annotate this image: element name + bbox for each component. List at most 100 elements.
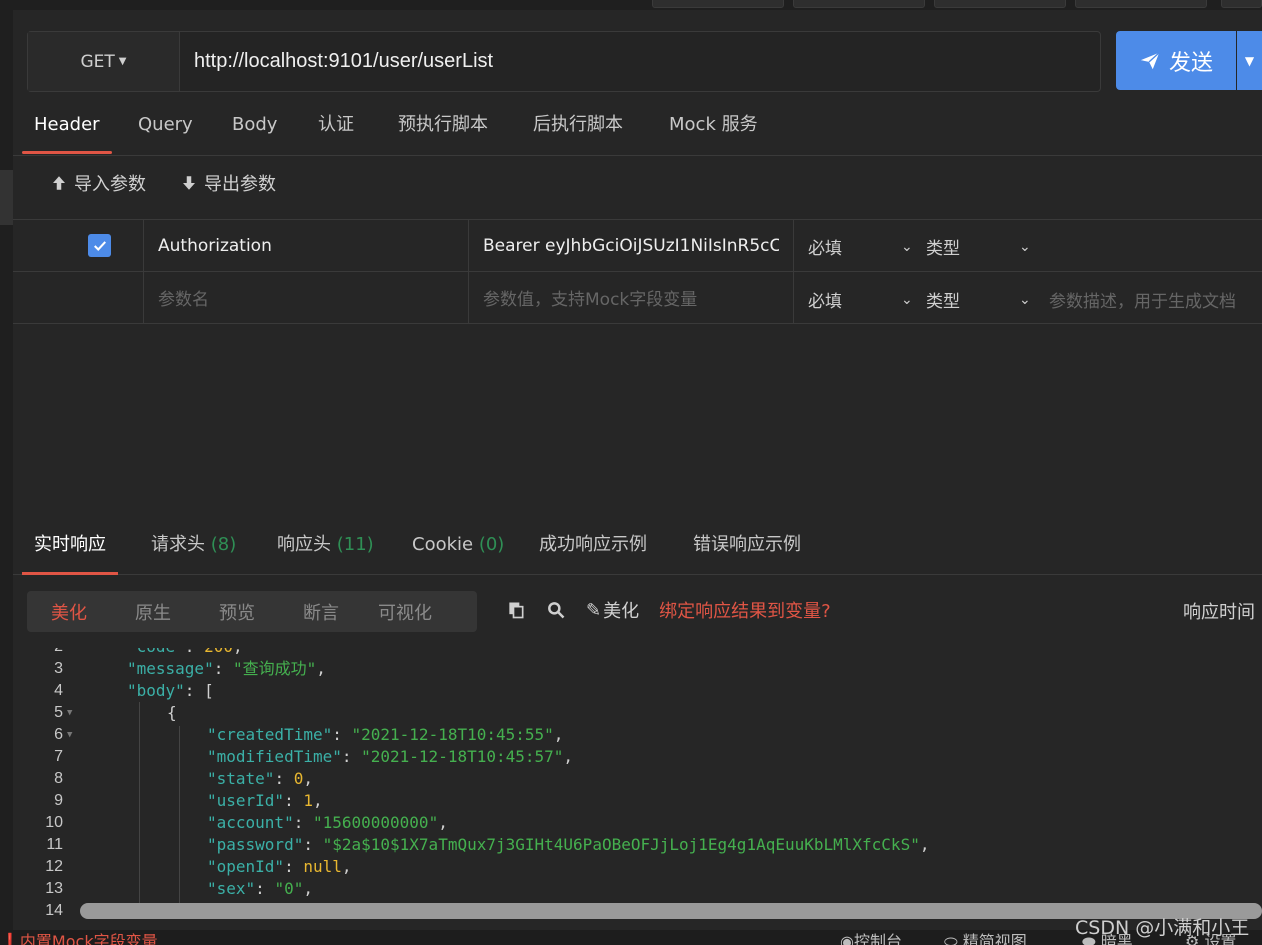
type-select[interactable]: 类型 <box>926 221 960 272</box>
fold-toggle-icon[interactable]: ▼ <box>67 724 72 746</box>
view-mode-switch: 美化 原生 预览 断言 可视化 <box>27 591 477 632</box>
fold-toggle-icon[interactable]: ▼ <box>67 702 72 724</box>
tab-label: Body <box>232 114 278 135</box>
line-number: 13 <box>45 880 63 897</box>
enable-checkbox[interactable] <box>88 220 111 271</box>
active-tab-indicator <box>22 151 112 154</box>
tab-label: 请求头 <box>151 534 205 555</box>
copy-icon[interactable] <box>506 600 526 620</box>
tab-request-headers[interactable]: 请求头 (8) <box>151 517 236 575</box>
tab-label: 响应头 <box>277 534 331 555</box>
tab-label: Cookie <box>412 534 474 555</box>
tab-post-script[interactable]: 后执行脚本 <box>533 104 623 154</box>
console-button[interactable]: ◉控制台 <box>840 934 902 945</box>
rail-handle[interactable] <box>0 170 13 225</box>
code-text: "state": 0, <box>207 769 313 788</box>
send-label: 发送 <box>1168 50 1213 76</box>
table-row: Authorization Bearer eyJhbGciOiJSUzI1NiI… <box>13 220 1262 272</box>
line-number: 7 <box>54 748 63 765</box>
count-badge: (11) <box>336 534 374 555</box>
search-icon[interactable] <box>546 600 566 620</box>
code-text: "password": "$2a$10$1X7aTmQux7j3GIHt4U6P… <box>207 835 930 854</box>
param-value-input[interactable]: 参数值，支持Mock字段变量 <box>483 272 697 323</box>
top-button[interactable] <box>1221 0 1262 8</box>
param-name-input[interactable]: 参数名 <box>158 272 209 323</box>
tab-pre-script[interactable]: 预执行脚本 <box>398 104 488 154</box>
top-strip <box>0 0 1262 10</box>
magic-wand-icon: ✎ <box>586 599 602 621</box>
view-beautify[interactable]: 美化 <box>27 599 111 625</box>
code-text: "modifiedTime": "2021-12-18T10:45:57", <box>207 747 574 766</box>
view-raw[interactable]: 原生 <box>111 599 195 625</box>
param-value-cell[interactable]: Bearer eyJhbGciOiJSUzI1NiIsInR5cC <box>483 220 779 271</box>
check-icon <box>88 234 111 257</box>
tab-header[interactable]: Header <box>22 104 112 154</box>
line-number: 5 <box>54 704 63 721</box>
line-number: 3 <box>54 660 63 677</box>
type-select[interactable]: 类型 <box>926 274 960 325</box>
url-input[interactable] <box>180 32 1100 91</box>
tab-success-example[interactable]: 成功响应示例 <box>539 517 647 575</box>
bind-to-variable-link[interactable]: 绑定响应结果到变量? <box>659 597 831 623</box>
line-number: 11 <box>46 836 63 853</box>
header-params-table: Authorization Bearer eyJhbGciOiJSUzI1NiI… <box>13 219 1262 324</box>
param-name-cell[interactable]: Authorization <box>158 220 458 271</box>
send-button[interactable]: 发送 <box>1116 31 1236 90</box>
top-button[interactable] <box>1075 0 1207 8</box>
param-io-toolbar: 导入参数 导出参数 <box>50 170 276 196</box>
top-button[interactable] <box>793 0 925 8</box>
tab-mock-service[interactable]: Mock 服务 <box>669 104 758 154</box>
indent-guide <box>179 726 180 918</box>
chevron-down-icon[interactable]: ⌄ <box>901 274 913 325</box>
chevron-down-icon[interactable]: ⌄ <box>901 221 913 272</box>
code-text: "code": 200, <box>127 648 243 658</box>
export-params-button[interactable]: 导出参数 <box>180 170 276 196</box>
code-text: "account": "15600000000", <box>207 813 448 832</box>
param-desc-input[interactable]: 参数描述，用于生成文档 <box>1049 274 1236 325</box>
tab-label: Header <box>34 114 100 135</box>
beautify-button[interactable]: ✎ 美化 <box>586 597 639 623</box>
tab-error-example[interactable]: 错误响应示例 <box>693 517 801 575</box>
response-code-viewer[interactable]: 2 "code": 200, 3 "message": "查询成功", 4 "body":… <box>13 648 1262 918</box>
required-select[interactable]: 必填 <box>808 221 842 272</box>
response-tabs: 实时响应 请求头 (8) 响应头 (11) Cookie (0) 成功响应示例 … <box>13 517 1262 575</box>
tab-query[interactable]: Query <box>138 104 193 154</box>
code-text: "createdTime": "2021-12-18T10:45:55", <box>207 725 564 744</box>
line-number: 12 <box>45 858 63 875</box>
lite-view-toggle[interactable]: ⬭ 精简视图 <box>944 934 1027 945</box>
import-params-button[interactable]: 导入参数 <box>50 170 146 196</box>
tab-body[interactable]: Body <box>232 104 277 154</box>
tab-label: 后执行脚本 <box>533 114 623 135</box>
mock-hint-label: 内置Mock字段变量 <box>19 932 158 945</box>
tab-label: 成功响应示例 <box>539 534 647 555</box>
tab-response-headers[interactable]: 响应头 (11) <box>277 517 374 575</box>
send-dropdown-button[interactable]: ▼ <box>1237 31 1262 90</box>
caret-down-icon: ▼ <box>118 56 127 67</box>
method-select[interactable]: GET ▼ <box>28 32 180 91</box>
tab-label: 预执行脚本 <box>398 114 488 135</box>
tab-label: Mock 服务 <box>669 114 758 135</box>
count-badge: (0) <box>478 534 505 555</box>
left-rail <box>0 10 13 945</box>
beautify-label: 美化 <box>603 601 640 622</box>
mock-variables-link[interactable]: ❗内置Mock字段变量 <box>0 934 158 945</box>
code-text: "body": [ <box>127 681 214 700</box>
paper-plane-icon <box>1140 51 1160 69</box>
tab-cookie[interactable]: Cookie (0) <box>412 517 504 575</box>
required-select[interactable]: 必填 <box>808 274 842 325</box>
view-visualize[interactable]: 可视化 <box>363 599 447 625</box>
tab-auth[interactable]: 认证 <box>318 104 354 154</box>
status-bar: ❗内置Mock字段变量 ◉控制台 ⬭ 精简视图 ⬬ 暗黑 ⚙ 设置 <box>0 930 1262 945</box>
view-assert[interactable]: 断言 <box>279 599 363 625</box>
method-label: GET <box>80 51 115 72</box>
import-label: 导入参数 <box>74 174 146 195</box>
active-tab-indicator <box>22 572 118 575</box>
top-button[interactable] <box>934 0 1066 8</box>
lite-view-label: 精简视图 <box>962 932 1027 945</box>
chevron-down-icon[interactable]: ⌄ <box>1019 274 1031 325</box>
line-number: 8 <box>54 770 63 787</box>
view-preview[interactable]: 预览 <box>195 599 279 625</box>
top-button[interactable] <box>652 0 784 8</box>
tab-realtime-response[interactable]: 实时响应 <box>22 517 118 575</box>
chevron-down-icon[interactable]: ⌄ <box>1019 221 1031 272</box>
